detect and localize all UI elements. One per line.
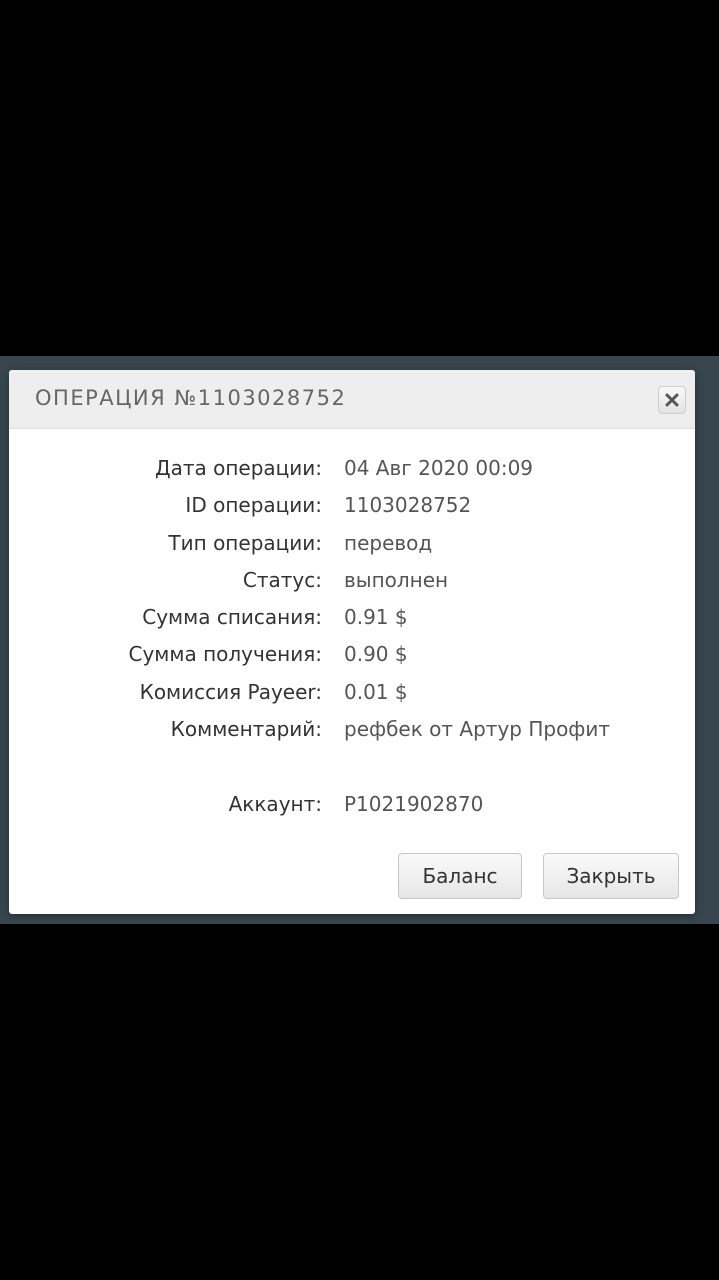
detail-value: 0.91 $	[344, 605, 408, 630]
detail-row-received-amount: Сумма получения: 0.90 $	[9, 636, 695, 673]
account-label: Аккаунт:	[228, 792, 322, 816]
close-dialog-button[interactable]	[658, 386, 686, 414]
detail-row-comment: Комментарий: рефбек от Артур Профит	[9, 711, 695, 748]
detail-row-fee: Комиссия Payeer: 0.01 $	[9, 674, 695, 711]
account-value: P1021902870	[344, 792, 484, 816]
detail-label: Комиссия Payeer:	[139, 679, 322, 704]
detail-row-date: Дата операции: 04 Авг 2020 00:09	[9, 450, 695, 487]
detail-value: 1103028752	[344, 493, 472, 518]
detail-row-debit-amount: Сумма списания: 0.91 $	[9, 599, 695, 636]
detail-value: рефбек от Артур Профит	[344, 717, 611, 742]
detail-value: 04 Авг 2020 00:09	[344, 456, 534, 480]
close-button[interactable]: Закрыть	[543, 853, 679, 899]
balance-button[interactable]: Баланс	[398, 853, 522, 899]
detail-label: Тип операции:	[168, 530, 322, 555]
detail-label: Статус:	[242, 567, 322, 592]
detail-label: Сумма списания:	[142, 605, 322, 630]
dialog-title: ОПЕРАЦИЯ №1103028752	[35, 386, 347, 410]
dialog-header: ОПЕРАЦИЯ №1103028752	[9, 370, 695, 429]
operation-dialog: ОПЕРАЦИЯ №1103028752 Дата операции: 04 А…	[9, 370, 695, 914]
detail-label: Комментарий:	[170, 717, 322, 742]
detail-value: 0.90 $	[344, 642, 408, 667]
detail-row-status: Статус: выполнен	[9, 562, 695, 599]
detail-label: Сумма получения:	[128, 642, 323, 667]
detail-value: 0.01 $	[344, 679, 408, 704]
operation-details: Дата операции: 04 Авг 2020 00:09 ID опер…	[9, 450, 695, 748]
detail-value: перевод	[344, 530, 433, 555]
detail-row-type: Тип операции: перевод	[9, 525, 695, 562]
detail-row-account: Аккаунт: P1021902870	[9, 786, 695, 823]
close-icon	[665, 393, 679, 407]
detail-row-id: ID операции: 1103028752	[9, 487, 695, 524]
detail-value: выполнен	[344, 567, 449, 592]
detail-label: ID операции:	[185, 493, 322, 518]
detail-label: Дата операции:	[154, 456, 322, 480]
